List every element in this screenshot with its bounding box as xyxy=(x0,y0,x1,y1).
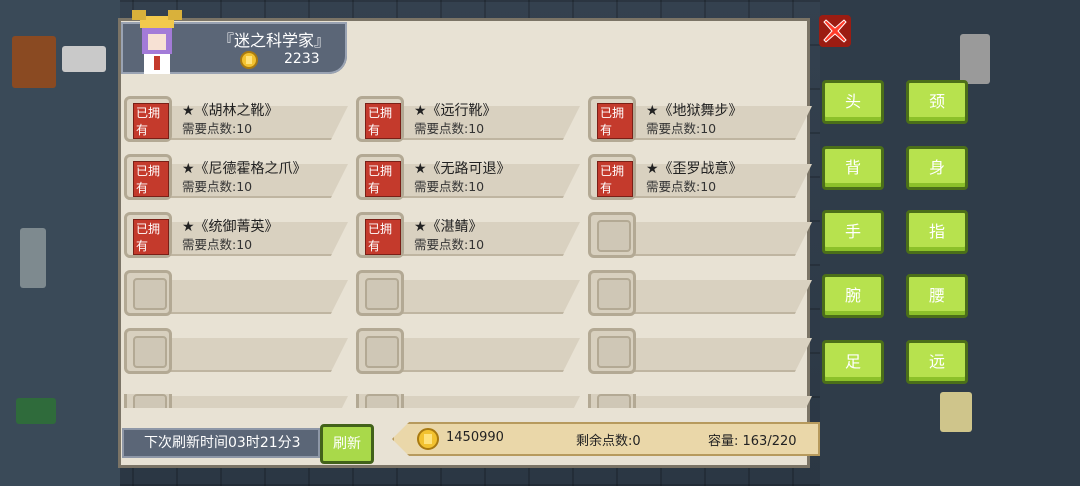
npc-coin-count: 2233 xyxy=(284,51,320,67)
empty-slot-icon xyxy=(124,394,172,408)
owned-badge: 已拥有 xyxy=(597,103,633,139)
item-name: ★《歪罗战意》 xyxy=(646,161,743,177)
empty-slot-icon xyxy=(356,328,404,374)
empty-slot-icon xyxy=(588,394,636,408)
inventory-capacity: 容量: 163/220 xyxy=(708,434,797,449)
category-button[interactable]: 腕 xyxy=(822,274,884,318)
item-slot[interactable]: 已拥有 ★《尼德霍格之爪》 需要点数:10 xyxy=(124,154,348,200)
owned-badge: 已拥有 xyxy=(133,219,169,255)
item-name: ★《统御菁英》 xyxy=(182,219,279,235)
item-name: ★《胡林之靴》 xyxy=(182,103,279,119)
empty-item-slot[interactable] xyxy=(124,328,348,374)
item-cost: 需要点数:10 xyxy=(414,237,485,252)
npc-portrait xyxy=(132,10,182,74)
empty-slot-icon xyxy=(588,328,636,374)
item-cost: 需要点数:10 xyxy=(182,237,253,252)
empty-slot-icon xyxy=(588,212,636,258)
empty-slot-icon xyxy=(356,394,404,408)
item-cost: 需要点数:10 xyxy=(414,121,485,136)
background-vase xyxy=(20,228,46,288)
empty-slot-icon xyxy=(124,328,172,374)
empty-item-slot[interactable] xyxy=(356,394,580,408)
coin-icon xyxy=(240,51,258,69)
item-slot[interactable]: 已拥有 ★《地狱舞步》 需要点数:10 xyxy=(588,96,812,142)
item-slot[interactable]: 已拥有 ★《统御菁英》 需要点数:10 xyxy=(124,212,348,258)
background-device xyxy=(960,34,990,84)
background-printer xyxy=(62,46,106,72)
refresh-button[interactable]: 刷新 xyxy=(320,424,374,464)
empty-slot-icon xyxy=(356,270,404,316)
item-slot[interactable]: 已拥有 ★《歪罗战意》 需要点数:10 xyxy=(588,154,812,200)
empty-item-slot[interactable] xyxy=(356,328,580,374)
item-icon: 已拥有 xyxy=(588,96,636,142)
item-icon: 已拥有 xyxy=(124,212,172,258)
item-name: ★《地狱舞步》 xyxy=(646,103,743,119)
item-cost: 需要点数:10 xyxy=(646,121,717,136)
empty-item-slot[interactable] xyxy=(124,394,348,408)
background-machine xyxy=(940,392,972,432)
empty-item-slot[interactable] xyxy=(588,328,812,374)
item-slot[interactable]: 已拥有 ★《远行靴》 需要点数:10 xyxy=(356,96,580,142)
category-button[interactable]: 手 xyxy=(822,210,884,254)
item-cost: 需要点数:10 xyxy=(182,121,253,136)
item-icon: 已拥有 xyxy=(124,96,172,142)
item-icon: 已拥有 xyxy=(588,154,636,200)
refresh-timer: 下次刷新时间03时21分3 xyxy=(122,428,320,458)
category-button[interactable]: 腰 xyxy=(906,274,968,318)
coin-icon xyxy=(417,428,439,450)
category-button[interactable]: 背 xyxy=(822,146,884,190)
owned-badge: 已拥有 xyxy=(365,219,401,255)
owned-badge: 已拥有 xyxy=(133,103,169,139)
category-button[interactable]: 颈 xyxy=(906,80,968,124)
owned-badge: 已拥有 xyxy=(365,161,401,197)
close-icon[interactable] xyxy=(818,14,852,48)
item-slot[interactable]: 已拥有 ★《无路可退》 需要点数:10 xyxy=(356,154,580,200)
item-name: ★《湛鲭》 xyxy=(414,219,483,235)
item-icon: 已拥有 xyxy=(356,212,404,258)
category-button[interactable]: 头 xyxy=(822,80,884,124)
owned-badge: 已拥有 xyxy=(365,103,401,139)
item-slot[interactable]: 已拥有 ★《胡林之靴》 需要点数:10 xyxy=(124,96,348,142)
player-gold: 1450990 xyxy=(446,430,504,445)
item-icon: 已拥有 xyxy=(356,96,404,142)
category-button[interactable]: 身 xyxy=(906,146,968,190)
npc-title: 『迷之科学家』 xyxy=(218,31,331,50)
category-button[interactable]: 指 xyxy=(906,210,968,254)
item-slot[interactable]: 已拥有 ★《湛鲭》需要点数:10 xyxy=(356,212,580,258)
background-cabinet xyxy=(12,36,56,88)
item-cost: 需要点数:10 xyxy=(182,179,253,194)
item-name: ★《远行靴》 xyxy=(414,103,497,119)
item-icon: 已拥有 xyxy=(356,154,404,200)
empty-item-slot[interactable] xyxy=(588,270,812,316)
empty-item-slot[interactable] xyxy=(588,212,812,258)
item-cost: 需要点数:10 xyxy=(646,179,717,194)
remaining-points: 剩余点数:0 xyxy=(576,434,641,449)
background-circuit-board xyxy=(16,398,56,424)
owned-badge: 已拥有 xyxy=(133,161,169,197)
owned-badge: 已拥有 xyxy=(597,161,633,197)
empty-slot-icon xyxy=(124,270,172,316)
item-name: ★《无路可退》 xyxy=(414,161,511,177)
empty-item-slot[interactable] xyxy=(356,270,580,316)
item-cost: 需要点数:10 xyxy=(414,179,485,194)
category-button[interactable]: 足 xyxy=(822,340,884,384)
item-icon: 已拥有 xyxy=(124,154,172,200)
empty-slot-icon xyxy=(588,270,636,316)
empty-item-slot[interactable] xyxy=(124,270,348,316)
item-name: ★《尼德霍格之爪》 xyxy=(182,161,307,177)
category-button[interactable]: 远 xyxy=(906,340,968,384)
empty-item-slot[interactable] xyxy=(588,394,812,408)
